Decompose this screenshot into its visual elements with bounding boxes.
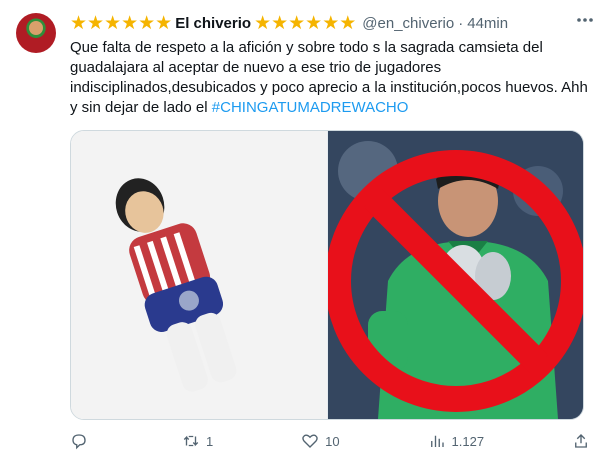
- like-count: 10: [325, 433, 340, 449]
- tweet-text: Que falta de respeto a la afición y sobr…: [70, 38, 590, 118]
- retweet-icon: [183, 435, 199, 447]
- share-icon: [575, 434, 587, 448]
- separator-dot: ·: [458, 14, 464, 32]
- tweet-actions: 1 10 1.127: [70, 430, 590, 452]
- tweet-header: ★★★★★★ El chiverio ★★★★★★ @en_chiverio ·…: [70, 12, 593, 34]
- timestamp[interactable]: 44min: [467, 15, 508, 32]
- like-icon: [302, 434, 318, 448]
- user-handle[interactable]: @en_chiverio: [362, 15, 454, 32]
- stars-emoji-left: ★★★★★★: [70, 12, 173, 34]
- media-image-right[interactable]: [325, 131, 583, 419]
- media-grid: [70, 130, 584, 420]
- retweet-button[interactable]: 1: [182, 432, 213, 450]
- reply-button[interactable]: [70, 432, 94, 450]
- retweet-count: 1: [205, 433, 214, 449]
- reply-icon: [72, 434, 86, 450]
- more-icon[interactable]: [575, 10, 595, 35]
- hashtag-link[interactable]: #CHINGATUMADREWACHO: [212, 99, 409, 116]
- avatar[interactable]: [16, 13, 56, 53]
- like-button[interactable]: 10: [301, 432, 340, 450]
- share-button[interactable]: [572, 432, 590, 450]
- media-image-left[interactable]: [71, 131, 327, 419]
- display-name[interactable]: El chiverio: [175, 15, 251, 32]
- views-icon: [430, 435, 444, 447]
- views-button[interactable]: 1.127: [428, 432, 485, 450]
- views-count: 1.127: [451, 433, 485, 449]
- stars-emoji-right: ★★★★★★: [254, 12, 357, 34]
